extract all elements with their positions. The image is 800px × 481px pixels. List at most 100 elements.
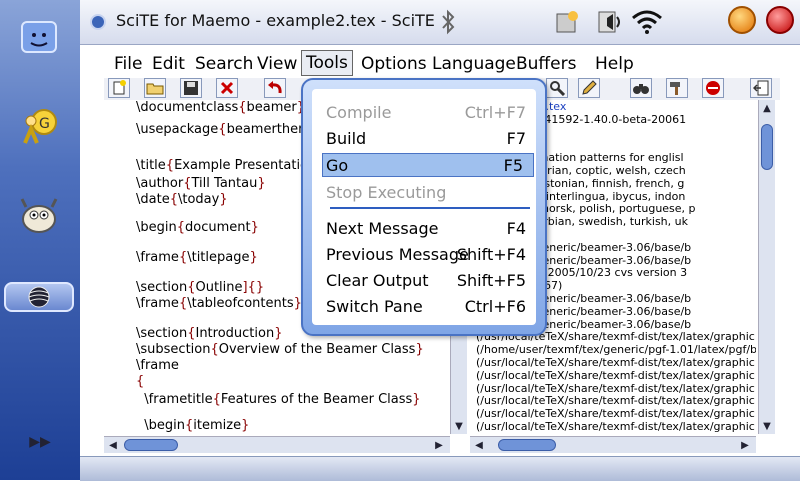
window-title[interactable]: SciTE for Maemo - example2.tex - SciTE <box>116 11 435 30</box>
open-folder-icon[interactable] <box>144 78 166 98</box>
code-token: { <box>212 392 221 407</box>
volume-icon[interactable] <box>596 8 626 36</box>
menu-item-shortcut: Shift+F5 <box>456 271 526 290</box>
menu-item-label: Build <box>326 129 367 148</box>
wifi-icon[interactable] <box>630 8 664 36</box>
scroll-down-arrow-icon[interactable]: ▼ <box>452 418 466 434</box>
code-line: \frame{\tableofcontents} <box>136 296 302 312</box>
editor-horizontal-scrollbar[interactable]: ◀ ▶ <box>104 436 450 453</box>
close-file-icon[interactable] <box>216 78 238 98</box>
output-horizontal-scrollbar[interactable]: ◀ ▶ <box>470 436 756 453</box>
tools-menu-item-previous-message[interactable]: Previous Message Shift+F4 <box>326 243 536 267</box>
scroll-up-arrow-icon[interactable]: ▲ <box>760 100 774 116</box>
scroll-right-arrow-icon[interactable]: ▶ <box>738 437 752 453</box>
menu-language[interactable]: Language <box>428 52 520 76</box>
code-token: \begin <box>136 418 185 433</box>
minimize-button[interactable] <box>728 6 756 34</box>
code-token: { <box>218 122 227 137</box>
app-menu-icon[interactable] <box>90 14 106 30</box>
svg-text:G: G <box>39 116 50 132</box>
code-token: { <box>176 220 186 235</box>
code-line: \usepackage{beamerthem <box>136 122 311 138</box>
bluetooth-icon[interactable] <box>436 8 460 36</box>
close-button[interactable] <box>766 6 794 34</box>
undo-icon[interactable] <box>264 78 286 98</box>
code-token: } <box>250 220 259 235</box>
tools-menu-item-next-message[interactable]: Next Message F4 <box>326 217 536 241</box>
code-token: \frame <box>136 358 179 373</box>
code-token: {} <box>247 280 265 295</box>
code-token: { <box>136 374 145 389</box>
scroll-left-arrow-icon[interactable]: ◀ <box>106 437 120 453</box>
menu-item-label: Clear Output <box>326 271 429 290</box>
menu-tools[interactable]: Tools <box>301 50 353 76</box>
menu-item-label: Switch Pane <box>326 297 423 316</box>
menu-edit[interactable]: Edit <box>148 52 189 76</box>
hammer-icon[interactable] <box>666 78 688 98</box>
code-token: } <box>412 392 421 407</box>
cpu-load-icon[interactable] <box>552 8 584 36</box>
expand-arrows-icon[interactable]: ▶▶ <box>22 432 58 452</box>
tools-menu-item-switch-pane[interactable]: Switch Pane Ctrl+F6 <box>326 295 536 319</box>
menu-search[interactable]: Search <box>191 52 257 76</box>
menu-item-label: Stop Executing <box>326 183 447 202</box>
code-line: \section{Introduction} <box>136 326 283 342</box>
code-token: Features of the Beamer Class <box>220 392 413 407</box>
code-token: { <box>238 100 247 115</box>
code-line: \date{\today} <box>136 192 228 208</box>
scroll-left-arrow-icon[interactable]: ◀ <box>472 437 486 453</box>
menu-item-label: Compile <box>326 103 392 122</box>
output-vertical-scrollbar[interactable]: ▲ ▼ <box>758 100 775 434</box>
tools-menu-item-build[interactable]: Build F7 <box>326 127 536 151</box>
scroll-thumb[interactable] <box>124 439 178 451</box>
code-line: \documentclass{beamer} <box>136 100 305 116</box>
menu-item-shortcut: F5 <box>503 156 523 175</box>
tools-menu-item-clear-output[interactable]: Clear Output Shift+F5 <box>326 269 536 293</box>
binoculars-icon[interactable] <box>630 78 652 98</box>
menu-options[interactable]: Options <box>357 52 431 76</box>
tools-menu-list: Compile Ctrl+F7 Build F7 Go F5 Stop Executing N… <box>312 89 536 325</box>
gimp-icon[interactable] <box>14 194 64 240</box>
code-token: Example Presentation <box>174 158 317 173</box>
code-line: \frametitle{Features of the Beamer Class… <box>136 392 421 408</box>
scroll-thumb[interactable] <box>761 124 773 170</box>
finder-icon[interactable] <box>14 14 64 60</box>
pencil-icon[interactable] <box>578 78 600 98</box>
code-line: \title{Example Presentation <box>136 158 316 174</box>
code-token: } <box>219 192 228 207</box>
scroll-down-arrow-icon[interactable]: ▼ <box>760 418 774 434</box>
tools-menu-item-go[interactable]: Go F5 <box>322 153 534 177</box>
menu-help[interactable]: Help <box>591 52 638 76</box>
menu-buffers[interactable]: Buffers <box>512 52 580 76</box>
scroll-thumb[interactable] <box>498 439 556 451</box>
new-file-icon[interactable] <box>108 78 130 98</box>
tools-menu-item-stop-executing: Stop Executing <box>326 181 536 205</box>
menu-file[interactable]: File <box>110 52 146 76</box>
code-token: \section <box>136 326 188 341</box>
code-token: { <box>178 250 188 265</box>
menu-view[interactable]: View <box>253 52 301 76</box>
save-icon[interactable] <box>180 78 202 98</box>
menu-item-shortcut: Ctrl+F7 <box>464 103 526 122</box>
code-token: \title <box>136 158 166 173</box>
find-icon[interactable] <box>546 78 568 98</box>
code-line: \begin{document} <box>136 220 259 236</box>
code-token: \section <box>136 280 188 295</box>
scroll-right-arrow-icon[interactable]: ▶ <box>432 437 446 453</box>
code-token: \frame <box>136 296 179 311</box>
code-line: \frame{\titlepage} <box>136 250 258 266</box>
code-token: { <box>183 176 192 191</box>
code-token: \subsection <box>136 342 211 357</box>
code-token: \titlepage <box>187 250 250 265</box>
code-token: beamerthem <box>226 122 311 137</box>
code-token: document <box>185 220 251 235</box>
menu-item-label: Go <box>326 156 349 175</box>
chat-contacts-icon[interactable]: G <box>14 104 64 150</box>
code-token: { <box>178 296 188 311</box>
network-globe-icon[interactable] <box>4 282 74 312</box>
code-line: \section{Outline]{} <box>136 280 264 296</box>
stop-icon[interactable] <box>702 78 724 98</box>
switch-pane-icon[interactable] <box>750 78 772 98</box>
code-token: itemize <box>193 418 242 433</box>
code-token: \begin <box>136 220 177 235</box>
